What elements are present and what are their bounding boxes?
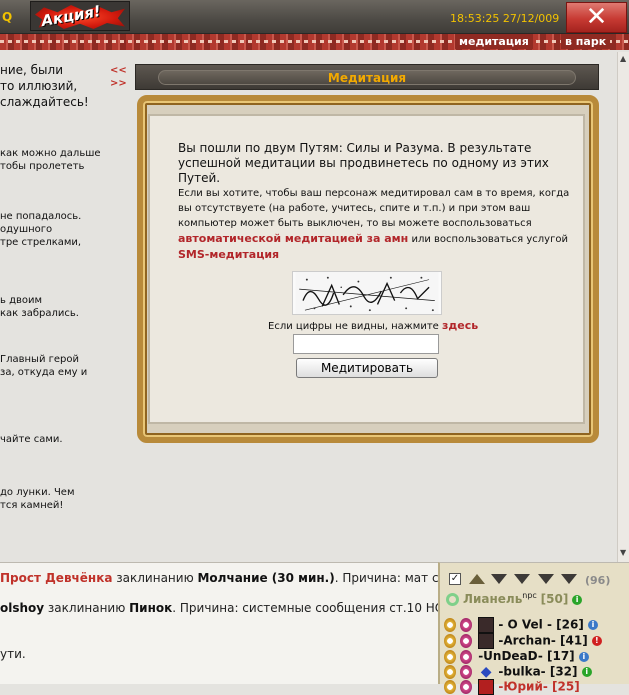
- prev-page-arrow[interactable]: <<: [110, 64, 127, 77]
- page-arrows: << >>: [110, 64, 127, 90]
- meditation-link[interactable]: медитация: [455, 34, 533, 49]
- chat-reason: . Причина: мат ст.4 НО.: [334, 571, 438, 585]
- left-text-line: тся камней!: [0, 500, 64, 511]
- top-bar: Q Акция! 18:53:25 27/12/009 ✕: [0, 0, 629, 34]
- captcha-hint-text: Если цифры не видны, нажмите: [268, 321, 439, 332]
- close-button[interactable]: ✕: [566, 2, 627, 33]
- current-user-name: Лианель: [463, 592, 523, 606]
- user-alert-icon[interactable]: !: [591, 636, 602, 646]
- user-badges-icon: [444, 649, 474, 664]
- chat-nick[interactable]: Прост Девчёнка: [0, 571, 112, 585]
- scroll-up-icon[interactable]: ▲: [620, 54, 626, 63]
- current-user[interactable]: Лианельnpc [50] i: [446, 591, 583, 606]
- chat-text: заклинанию: [44, 601, 130, 615]
- left-text-line: одушного: [0, 224, 53, 235]
- meditation-intro: Вы пошли по двум Путям: Силы и Разума. В…: [178, 141, 549, 185]
- close-icon: ✕: [585, 2, 608, 32]
- captcha-input[interactable]: [293, 334, 439, 354]
- left-text-line: то иллюзий,: [0, 79, 78, 93]
- left-text-line: как можно дальше: [0, 148, 101, 159]
- user-badges-icon: [444, 665, 474, 679]
- sort-down-icon[interactable]: [514, 574, 530, 584]
- current-user-level: [50]: [540, 592, 569, 606]
- status-ring-icon: [446, 593, 459, 606]
- user-info-icon[interactable]: i: [588, 620, 598, 630]
- user-name: -bulka- [32]: [498, 664, 578, 679]
- user-row[interactable]: -Юрий- [25]: [444, 679, 580, 695]
- meditate-button[interactable]: Медитировать: [296, 358, 438, 378]
- left-text-line: не попадалось.: [0, 211, 82, 222]
- user-row[interactable]: -UnDeaD- [17] i: [444, 649, 589, 664]
- user-row[interactable]: ◆ -bulka- [32] i: [444, 664, 592, 680]
- user-badges-icon: [444, 680, 474, 694]
- sms-meditation-link[interactable]: SMS-медитация: [178, 248, 279, 261]
- user-badges-icon: [444, 634, 474, 648]
- detail-text: или воспользоваться услугой: [411, 234, 568, 245]
- park-link[interactable]: в парк: [561, 34, 611, 49]
- left-text-line: как забрались.: [0, 308, 79, 319]
- chat-line: olshoy заклинанию Пинок. Причина: систем…: [0, 601, 438, 615]
- left-text-line: ь двоим: [0, 295, 43, 306]
- page-title: Медитация: [327, 71, 407, 85]
- left-text-line: до лунки. Чем: [0, 487, 75, 498]
- decorative-ribbon: [0, 34, 629, 50]
- sort-up-icon[interactable]: [469, 574, 485, 584]
- sort-down-icon[interactable]: [561, 574, 577, 584]
- chat-spell: Молчание (30 мин.): [197, 571, 335, 585]
- user-name: -Юрий- [25]: [498, 679, 580, 694]
- user-badges-icon: [444, 618, 474, 632]
- clock: 18:53:25 27/12/009: [450, 12, 560, 25]
- chat-line: ути.: [0, 647, 26, 661]
- sort-down-icon[interactable]: [538, 574, 554, 584]
- user-name: - O Vel - [26]: [498, 617, 584, 632]
- current-user-tag: npc: [522, 591, 537, 600]
- chat-log: Прост Девчёнка заклинанию Молчание (30 м…: [0, 562, 438, 684]
- online-count: (96): [585, 574, 611, 587]
- user-info-icon[interactable]: i: [578, 651, 589, 662]
- sort-down-icon[interactable]: [491, 574, 507, 584]
- left-text-line: тре стрелками,: [0, 237, 82, 248]
- left-text-line: за, откуда ему и: [0, 367, 88, 378]
- panel-header: Медитация: [135, 64, 599, 90]
- chat-reason: . Причина: системные сообщения ст.10 НО.: [172, 601, 438, 615]
- captcha-refresh-link[interactable]: здесь: [442, 319, 478, 332]
- chat-nick[interactable]: olshoy: [0, 601, 44, 615]
- user-name: -UnDeaD- [17]: [478, 649, 575, 663]
- left-text-line: Главный герой: [0, 354, 79, 365]
- chat-text: заклинанию: [112, 571, 198, 585]
- left-text-line: чайте сами.: [0, 434, 63, 445]
- chat-spell: Пинок: [129, 601, 173, 615]
- meditation-detail: Если вы хотите, чтобы ваш персонаж медит…: [178, 186, 573, 263]
- left-text-line: слаждайтесь!: [0, 95, 89, 109]
- clan-flag-icon: [478, 633, 495, 649]
- left-text-line: ние, были: [0, 63, 63, 77]
- auto-meditation-link[interactable]: автоматической медитацией за амн: [178, 232, 408, 245]
- clan-flag-icon: ◆: [480, 664, 492, 680]
- userlist-checkbox[interactable]: ✓: [449, 573, 461, 585]
- user-info-icon[interactable]: i: [581, 667, 592, 677]
- user-name: -Archan- [41]: [498, 633, 588, 648]
- promo-banner[interactable]: Акция!: [30, 1, 130, 31]
- clan-flag-icon: [478, 617, 495, 633]
- left-text-line: тобы пролететь: [0, 161, 85, 172]
- clan-flag-icon: [478, 679, 495, 695]
- main-scrollbar[interactable]: ▲ ▼: [617, 52, 629, 562]
- left-text-column: ние, были то иллюзий, слаждайтесь! как м…: [0, 52, 130, 560]
- user-row[interactable]: - O Vel - [26] i: [444, 617, 598, 633]
- detail-text: Если вы хотите, чтобы ваш персонаж медит…: [178, 188, 570, 229]
- top-left-label[interactable]: Q: [2, 10, 12, 24]
- user-row[interactable]: -Archan- [41] !: [444, 633, 602, 649]
- chat-line: Прост Девчёнка заклинанию Молчание (30 м…: [0, 571, 438, 585]
- scroll-down-icon[interactable]: ▼: [620, 548, 626, 557]
- next-page-arrow[interactable]: >>: [110, 77, 127, 90]
- captcha-hint: Если цифры не видны, нажмите здесь: [268, 319, 478, 332]
- online-status-icon[interactable]: i: [572, 594, 583, 605]
- captcha-image: [292, 271, 442, 315]
